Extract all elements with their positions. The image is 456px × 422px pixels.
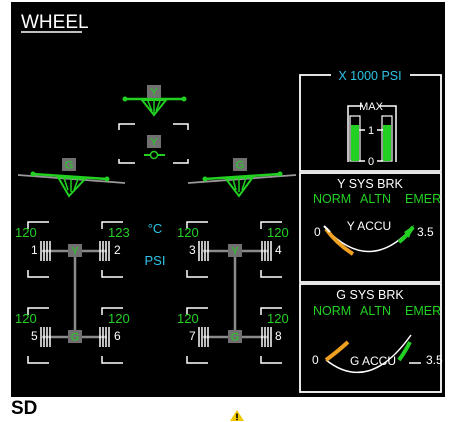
wheel-6-number: 6 bbox=[114, 329, 121, 343]
wheel-5-temp: 120 bbox=[15, 311, 37, 326]
wheel-7-number: 7 bbox=[189, 329, 196, 343]
wheel-6-temp: 120 bbox=[108, 311, 130, 326]
bogie-hyd-label-5-6: G bbox=[71, 332, 80, 344]
g-accu-max: 3.5 bbox=[426, 353, 443, 367]
g-accu-min: 0 bbox=[312, 353, 319, 367]
wheel-1-temp: 120 bbox=[15, 225, 37, 240]
pressure-gauge-mid: 1 bbox=[368, 125, 374, 137]
wheel-6: 120 6 bbox=[99, 307, 130, 364]
wheel-2-temp: 123 bbox=[108, 225, 130, 240]
bogie-hyd-label-7-8: G bbox=[231, 332, 240, 344]
y-sys-brk-panel: Y SYS BRK NORM ALTN EMER 0 3.5 Y ACCU bbox=[299, 172, 442, 283]
wheel-5-number: 5 bbox=[31, 329, 38, 343]
wheel-2-number: 2 bbox=[114, 243, 121, 257]
g-mode-altn: ALTN bbox=[360, 304, 391, 318]
y-accu-min: 0 bbox=[314, 225, 321, 239]
wheel-ecam-display: WHEEL Y Y G G °C PSI Y G Y G 120 1 123 2… bbox=[11, 2, 445, 397]
right-bogie: Y G bbox=[203, 244, 268, 344]
left-accu-bar bbox=[351, 125, 359, 161]
g-sys-brk-panel: G SYS BRK NORM ALTN EMER 0 3.5 G ACCU bbox=[299, 283, 443, 393]
y-mode-emer: EMER bbox=[405, 192, 441, 206]
g-accu-amber-range bbox=[324, 340, 350, 362]
right-gear-hyd-label: G bbox=[236, 160, 245, 172]
wheel-8-number: 8 bbox=[275, 329, 282, 343]
bogie-hyd-label-3-4: Y bbox=[231, 246, 239, 258]
wheel-8-temp: 120 bbox=[267, 311, 289, 326]
left-bogie: Y G bbox=[42, 244, 107, 344]
page-title: WHEEL bbox=[21, 12, 89, 33]
y-sys-brk-title: Y SYS BRK bbox=[337, 177, 403, 191]
wheel-2: 123 2 bbox=[99, 221, 130, 278]
pressure-gauge-max: MAX bbox=[359, 101, 384, 113]
y-mode-norm: NORM bbox=[313, 192, 351, 206]
wheel-synoptic: WHEEL Y Y G G °C PSI Y G Y G 120 1 123 2… bbox=[15, 12, 443, 393]
right-main-gear: G bbox=[187, 158, 297, 198]
wheel-1: 120 1 bbox=[15, 221, 51, 278]
nose-gear: Y Y bbox=[118, 85, 189, 164]
temp-unit-label: °C bbox=[148, 221, 163, 236]
wheel-5: 120 5 bbox=[15, 307, 51, 364]
pressure-gauge-min: 0 bbox=[368, 156, 374, 168]
right-accu-bar bbox=[383, 125, 391, 161]
wheel-8: 120 8 bbox=[260, 307, 289, 364]
warning-icon bbox=[230, 410, 244, 421]
g-mode-emer: EMER bbox=[405, 304, 441, 318]
wheel-4: 120 4 bbox=[260, 221, 289, 278]
y-accu-max: 3.5 bbox=[417, 225, 434, 239]
wheel-1-number: 1 bbox=[31, 243, 38, 257]
bogie-hyd-label-1-2: Y bbox=[71, 246, 79, 258]
g-accu-label: G ACCU bbox=[350, 354, 396, 368]
accu-pressure-panel: X 1000 PSI MAX 1 0 bbox=[299, 69, 442, 172]
nose-hyd-label: Y bbox=[150, 87, 158, 99]
pressure-gauge-header: X 1000 PSI bbox=[338, 69, 401, 83]
g-sys-brk-title: G SYS BRK bbox=[336, 288, 404, 302]
g-mode-norm: NORM bbox=[313, 304, 351, 318]
wheel-7-temp: 120 bbox=[177, 311, 199, 326]
wheel-3-temp: 120 bbox=[177, 225, 199, 240]
sd-label: SD bbox=[11, 398, 38, 419]
y-mode-altn: ALTN bbox=[360, 192, 391, 206]
wheel-7: 120 7 bbox=[177, 307, 209, 364]
wheel-4-temp: 120 bbox=[267, 225, 289, 240]
wheel-3-number: 3 bbox=[189, 243, 196, 257]
steering-hyd-label: Y bbox=[150, 137, 158, 149]
wheel-3: 120 3 bbox=[177, 221, 209, 278]
left-main-gear: G bbox=[17, 158, 126, 198]
left-gear-hyd-label: G bbox=[65, 160, 74, 172]
y-accu-label: Y ACCU bbox=[347, 219, 391, 233]
wheel-4-number: 4 bbox=[275, 243, 282, 257]
pressure-unit-label: PSI bbox=[145, 253, 166, 268]
